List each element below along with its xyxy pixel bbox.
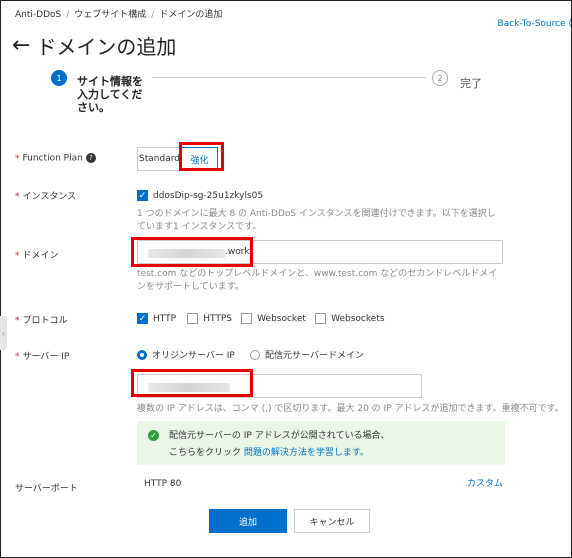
checkbox-icon[interactable]: [315, 313, 327, 324]
protocol-http[interactable]: ✓ HTTP: [137, 313, 176, 325]
radio-icon[interactable]: [250, 349, 261, 360]
side-collapse-tab[interactable]: ‹: [0, 316, 7, 350]
instance-option[interactable]: ✓ ddosDip-sg-25u1zkyls05: [137, 190, 263, 202]
breadcrumb: Anti-DDoS / ウェブサイト構成 / ドメインの追加: [15, 7, 222, 20]
server-port-value: HTTP 80: [144, 479, 182, 489]
protocol-websocket[interactable]: Websocket: [241, 313, 306, 325]
required-mark: *: [15, 316, 20, 326]
custom-port-link[interactable]: カスタム: [467, 476, 503, 489]
checkbox-icon[interactable]: [241, 313, 253, 324]
instance-hint: 1 つのドメインに最大 8 の Anti-DDoS インスタンスを関連付けできま…: [137, 209, 496, 232]
instance-label: * インスタンス: [15, 192, 77, 202]
back-arrow-icon[interactable]: ←: [12, 34, 30, 57]
required-mark: *: [15, 153, 20, 164]
required-mark: *: [15, 192, 20, 202]
page-header: ← ドメインの追加: [12, 31, 176, 60]
page-title: ドメインの追加: [36, 35, 177, 59]
info-text: 配信元サーバーの IP アドレスが公開されている場合、 こちらをクリック 問題の…: [169, 431, 390, 458]
checkbox-checked-icon[interactable]: ✓: [137, 313, 148, 324]
breadcrumb-separator: /: [66, 10, 70, 20]
checkbox-icon[interactable]: [187, 313, 199, 324]
check-circle-icon: ✓: [148, 430, 159, 441]
highlight-box-plan: [179, 142, 224, 171]
info-box: ✓ 配信元サーバーの IP アドレスが公開されている場合、 こちらをクリック 問…: [137, 421, 505, 465]
radio-origin-ip[interactable]: オリジンサーバー IP: [137, 349, 235, 361]
back-to-source-link[interactable]: Back-To-Source (: [498, 19, 572, 29]
domain-label: * ドメイン: [15, 251, 59, 261]
chevron-left-icon: ‹: [1, 328, 6, 338]
radio-origin-domain[interactable]: 配信元サーバードメイン: [250, 349, 364, 361]
protocol-websockets[interactable]: Websockets: [315, 313, 385, 325]
instance-id: ddosDip-sg-25u1zkyls05: [153, 190, 264, 201]
step-1-label: サイト情報を入力してください。: [77, 75, 143, 114]
breadcrumb-item-add-domain: ドメインの追加: [159, 10, 223, 20]
add-button[interactable]: 追加: [209, 509, 287, 533]
required-mark: *: [15, 251, 20, 261]
cancel-button[interactable]: キャンセル: [294, 509, 370, 533]
step-2-circle: 2: [432, 70, 448, 86]
step-connector: [152, 77, 426, 78]
checkbox-checked-icon[interactable]: ✓: [137, 190, 148, 201]
function-plan-label: * Function Plan?: [15, 153, 96, 164]
plan-option-standard[interactable]: Standard: [137, 147, 181, 171]
domain-hint: test.com などのトップレベルドメインと、www.test.com などの…: [137, 269, 498, 292]
highlight-box-server-ip: [131, 369, 253, 397]
learn-solution-link[interactable]: 問題の解決方法を学習します。: [244, 448, 369, 458]
required-mark: *: [15, 352, 20, 362]
highlight-box-domain: [131, 237, 253, 267]
breadcrumb-separator: /: [151, 10, 155, 20]
step-2-label: 完了: [460, 77, 482, 90]
server-ip-hint: 複数の IP アドレスは、コンマ (,) で区切ります。最大 20 の IP ア…: [137, 404, 564, 414]
server-ip-label: * サーバー IP: [15, 352, 70, 362]
protocol-options: ✓ HTTP HTTPS Websocket Websockets: [137, 313, 385, 325]
server-ip-type: オリジンサーバー IP 配信元サーバードメイン: [137, 348, 364, 361]
radio-selected-icon[interactable]: [137, 349, 147, 360]
protocol-https[interactable]: HTTPS: [187, 313, 232, 325]
server-port-label: サーバーポート: [15, 484, 78, 494]
breadcrumb-item-anti-ddos[interactable]: Anti-DDoS: [15, 10, 61, 20]
help-icon[interactable]: ?: [85, 153, 96, 163]
protocol-label: * プロトコル: [15, 316, 68, 326]
breadcrumb-item-website-config[interactable]: ウェブサイト構成: [74, 10, 146, 20]
step-1-circle: 1: [51, 70, 67, 86]
